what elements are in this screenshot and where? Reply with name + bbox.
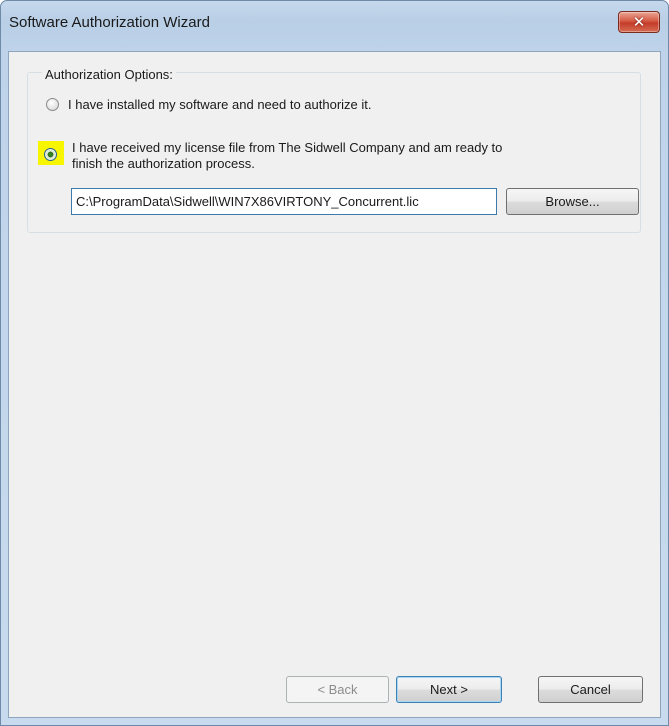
option-license-label-line1[interactable]: I have received my license file from The…	[72, 140, 502, 155]
radio-license-option[interactable]	[44, 148, 57, 161]
back-button[interactable]: < Back	[286, 676, 389, 703]
title-bar[interactable]: Software Authorization Wizard ✕	[1, 1, 668, 51]
browse-button[interactable]: Browse...	[506, 188, 639, 215]
window-title: Software Authorization Wizard	[9, 14, 210, 31]
group-label: Authorization Options:	[42, 67, 176, 82]
option-license-label-line2[interactable]: finish the authorization process.	[72, 156, 255, 171]
cancel-button[interactable]: Cancel	[538, 676, 643, 703]
radio-install-option[interactable]	[46, 98, 59, 111]
option-install-label[interactable]: I have installed my software and need to…	[68, 97, 372, 112]
next-button[interactable]: Next >	[396, 676, 502, 703]
wizard-window: Software Authorization Wizard ✕ Authoriz…	[0, 0, 669, 726]
close-button[interactable]: ✕	[618, 11, 660, 33]
close-icon: ✕	[632, 12, 646, 31]
license-file-path-input[interactable]	[71, 188, 497, 215]
